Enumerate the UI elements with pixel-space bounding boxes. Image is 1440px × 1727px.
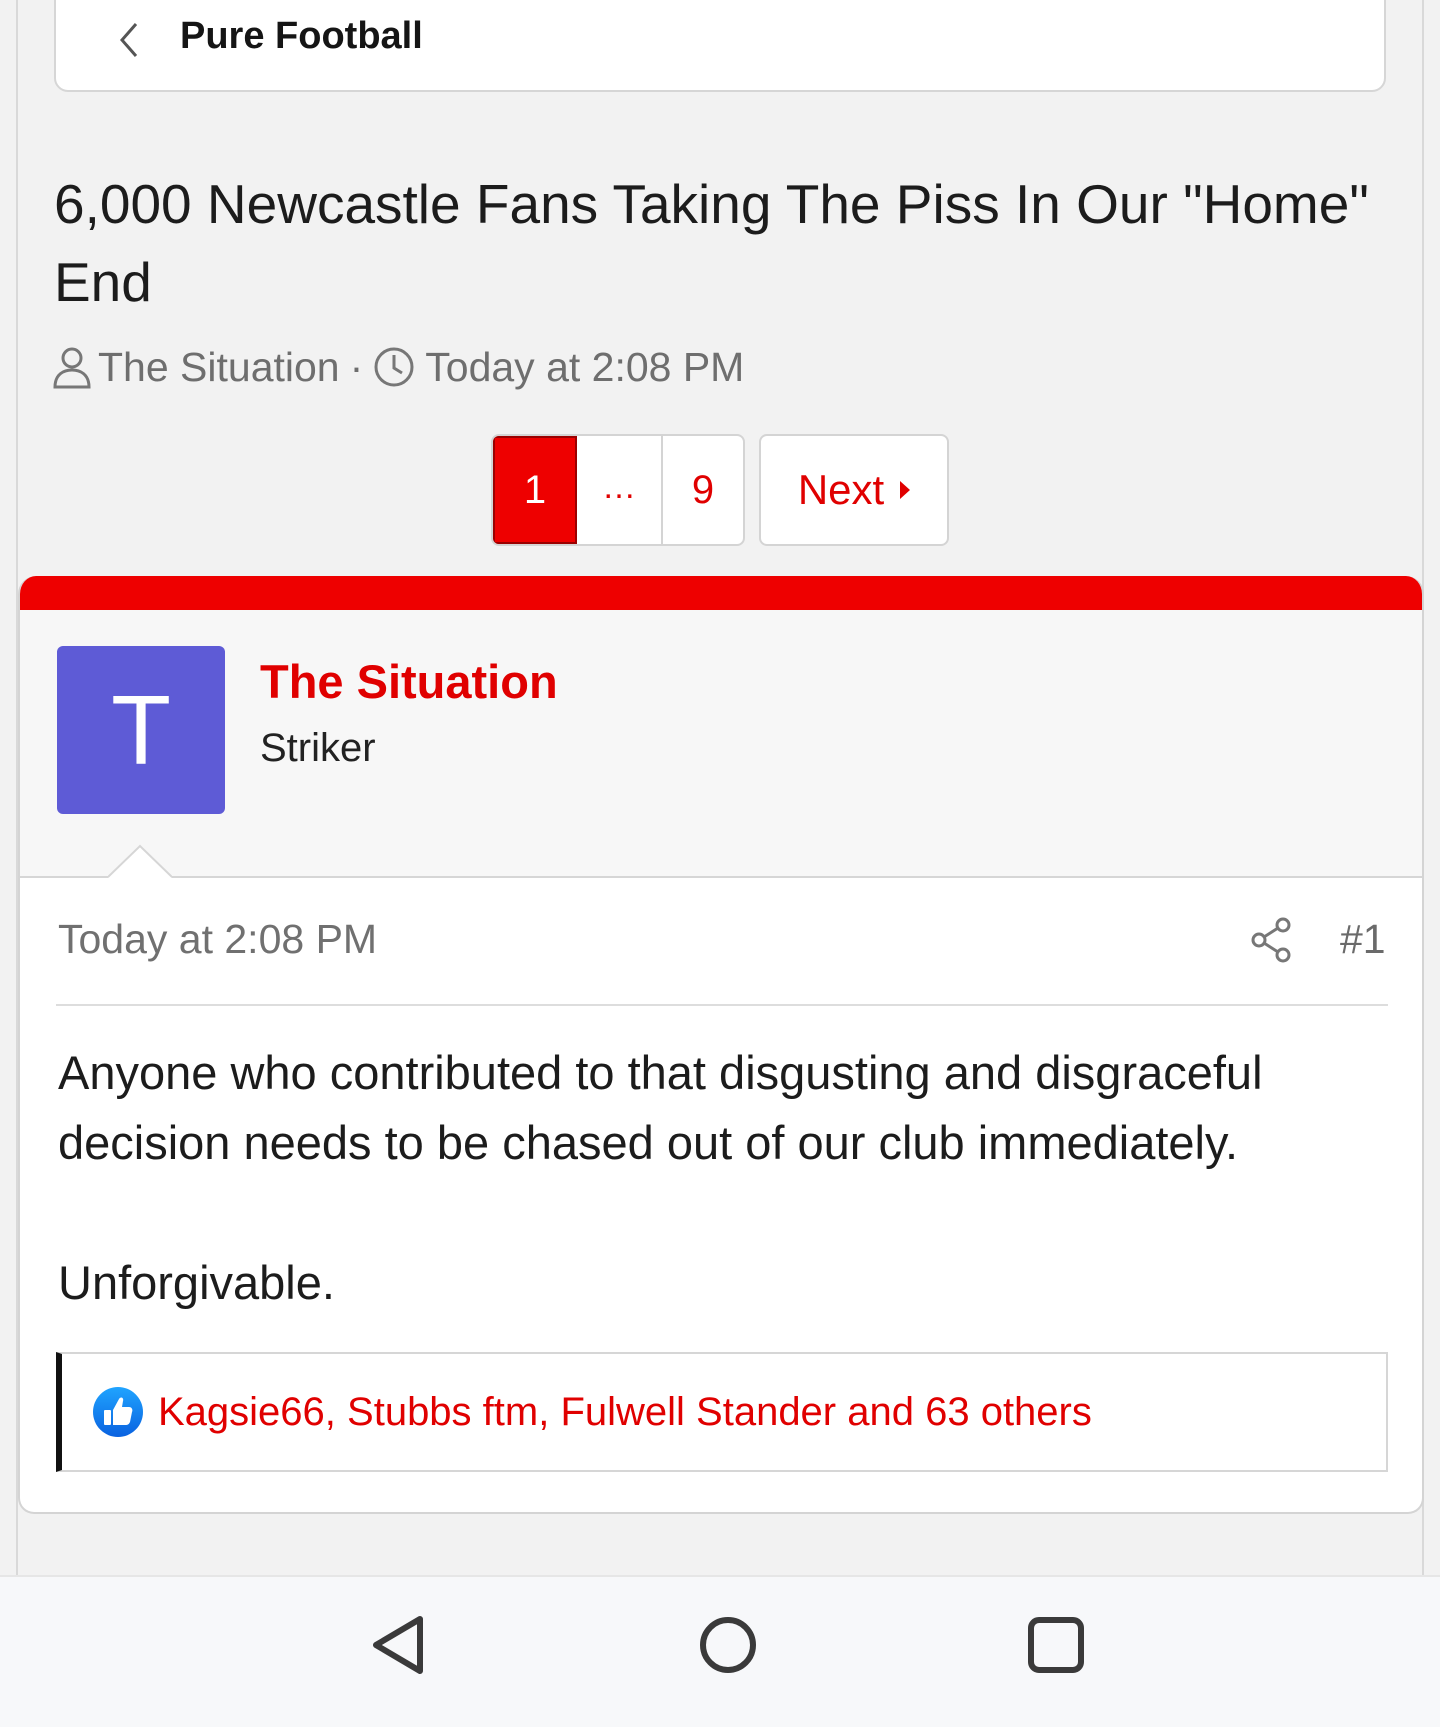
user-caret-arrow	[108, 844, 172, 878]
thread-meta: The Situation · Today at 2:08 PM	[52, 342, 744, 392]
post-body: Anyone who contributed to that disgustin…	[58, 1038, 1398, 1318]
triangle-back-icon[interactable]	[370, 1613, 428, 1677]
page-numbers: 1 … 9	[491, 434, 745, 546]
thumbs-up-icon	[93, 1387, 143, 1437]
post-body-paragraph: Unforgivable.	[58, 1256, 335, 1309]
page-ellipsis-button[interactable]: …	[577, 436, 663, 544]
avatar[interactable]: T	[57, 646, 225, 814]
thread-author[interactable]: The Situation	[98, 344, 340, 391]
meta-separator: ·	[349, 343, 364, 390]
post-user-title: Striker	[260, 726, 376, 770]
share-icon[interactable]	[1250, 916, 1294, 964]
next-page-group: Next	[759, 434, 949, 546]
post-body-paragraph: Anyone who contributed to that disgustin…	[58, 1046, 1263, 1169]
chevron-left-icon[interactable]	[116, 20, 142, 60]
page-9-button[interactable]: 9	[663, 436, 743, 544]
user-icon	[53, 347, 91, 389]
caret-right-icon	[900, 481, 911, 499]
post-card: T The Situation Striker Today at 2:08 PM…	[18, 576, 1424, 1514]
reactions-text[interactable]: Kagsie66, Stubbs ftm, Fulwell Stander an…	[158, 1390, 1092, 1435]
post-user-area	[20, 610, 1422, 878]
circle-home-icon[interactable]	[697, 1613, 759, 1677]
next-page-button[interactable]: Next	[761, 436, 947, 544]
user-divider	[20, 876, 1422, 878]
reactions-bar[interactable]: Kagsie66, Stubbs ftm, Fulwell Stander an…	[56, 1352, 1388, 1472]
system-navigation-bar	[0, 1575, 1440, 1727]
pagination: 1 … 9 Next	[491, 434, 949, 546]
square-recents-icon[interactable]	[1025, 1613, 1087, 1677]
breadcrumb[interactable]: Pure Football	[54, 0, 1386, 92]
post-accent-bar	[20, 576, 1422, 610]
post-username[interactable]: The Situation	[260, 654, 558, 709]
page-1-button[interactable]: 1	[493, 436, 577, 544]
post-number-link[interactable]: #1	[1340, 916, 1386, 963]
post-header-divider	[56, 1004, 1388, 1006]
breadcrumb-title[interactable]: Pure Football	[180, 15, 423, 58]
post-date[interactable]: Today at 2:08 PM	[58, 916, 377, 963]
thread-date[interactable]: Today at 2:08 PM	[425, 344, 744, 391]
next-label: Next	[797, 466, 885, 513]
thread-title: 6,000 Newcastle Fans Taking The Piss In …	[54, 173, 1369, 313]
clock-icon	[374, 347, 414, 387]
